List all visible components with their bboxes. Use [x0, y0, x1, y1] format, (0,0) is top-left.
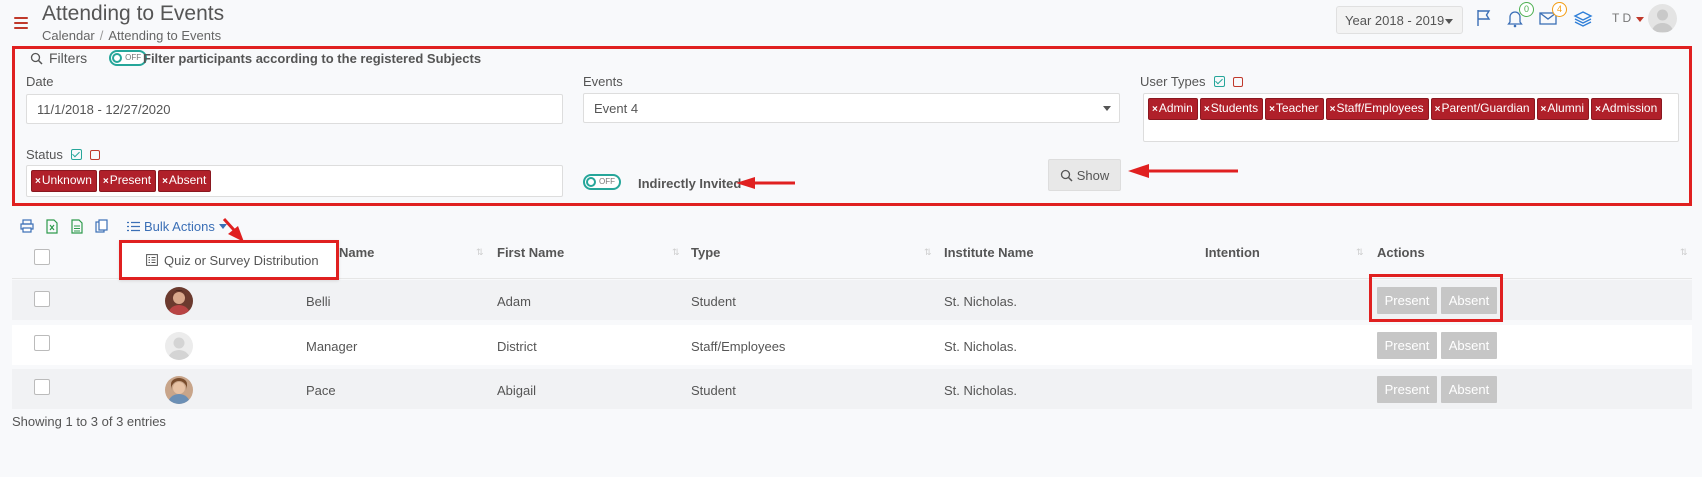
table-row — [12, 325, 1692, 365]
sort-icon[interactable]: ⇅ — [672, 247, 679, 258]
row-checkbox[interactable] — [34, 291, 50, 307]
cell-type: Student — [691, 383, 736, 398]
sort-icon[interactable]: ⇅ — [476, 247, 483, 258]
row-checkbox[interactable] — [34, 335, 50, 351]
row-checkbox[interactable] — [34, 379, 50, 395]
th-first-name[interactable]: First Name — [497, 245, 564, 260]
bulk-actions-label: Bulk Actions — [144, 219, 215, 234]
sort-icon[interactable]: ⇅ — [924, 247, 931, 258]
quiz-survey-distribution-label: Quiz or Survey Distribution — [164, 252, 319, 268]
sort-icon[interactable]: ⇅ — [1680, 247, 1687, 258]
cell-institute: St. Nicholas. — [944, 294, 1017, 309]
table-row — [12, 369, 1692, 409]
excel-icon[interactable] — [45, 219, 59, 234]
survey-list-icon — [146, 254, 158, 266]
th-type[interactable]: Type — [691, 245, 720, 260]
absent-button[interactable]: Absent — [1441, 287, 1497, 314]
present-button[interactable]: Present — [1377, 287, 1437, 314]
th-institute-name[interactable]: Institute Name — [944, 245, 1034, 260]
avatar — [165, 287, 193, 315]
table-info: Showing 1 to 3 of 3 entries — [12, 414, 166, 429]
cell-institute: St. Nicholas. — [944, 339, 1017, 354]
cell-type: Staff/Employees — [691, 339, 786, 354]
quiz-survey-distribution-item[interactable]: Quiz or Survey Distribution — [119, 240, 339, 280]
cell-last-name: Manager — [306, 339, 358, 354]
caret-down-icon — [218, 224, 227, 229]
present-button[interactable]: Present — [1377, 332, 1437, 359]
th-intention[interactable]: Intention — [1205, 245, 1260, 260]
present-button[interactable]: Present — [1377, 376, 1437, 403]
cell-first-name: Abigail — [497, 383, 537, 398]
sort-icon[interactable]: ⇅ — [1356, 247, 1363, 258]
cell-institute: St. Nicholas. — [944, 383, 1017, 398]
bulk-actions-button[interactable]: Bulk Actions — [127, 219, 227, 234]
avatar — [165, 376, 193, 404]
cell-first-name: District — [497, 339, 537, 354]
th-last-name[interactable]: Name — [339, 245, 374, 260]
absent-button[interactable]: Absent — [1441, 376, 1497, 403]
absent-button[interactable]: Absent — [1441, 332, 1497, 359]
cell-type: Student — [691, 294, 736, 309]
copy-icon[interactable] — [95, 219, 109, 234]
cell-first-name: Adam — [497, 294, 531, 309]
avatar — [165, 332, 193, 360]
list-icon — [127, 221, 140, 232]
cell-last-name: Pace — [306, 383, 336, 398]
csv-icon[interactable] — [70, 219, 84, 234]
print-icon[interactable] — [20, 219, 34, 234]
cell-last-name: Belli — [306, 294, 331, 309]
th-actions: Actions — [1377, 245, 1425, 260]
select-all-checkbox[interactable] — [34, 249, 50, 265]
